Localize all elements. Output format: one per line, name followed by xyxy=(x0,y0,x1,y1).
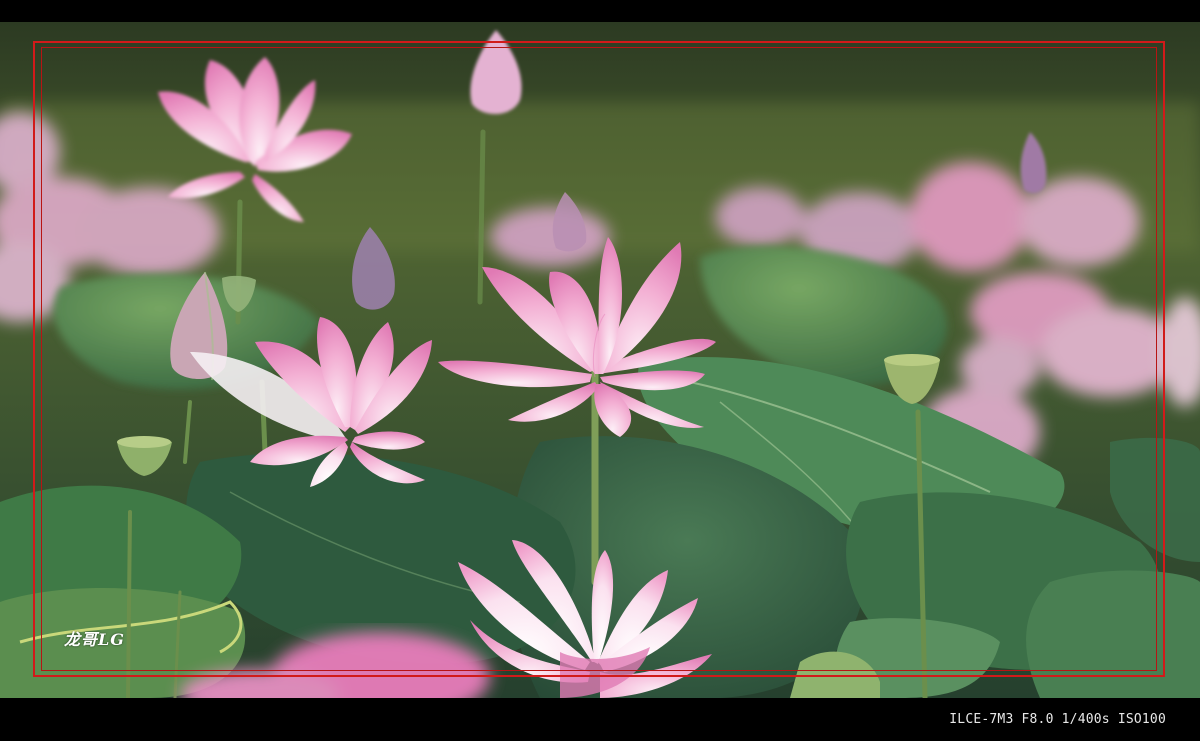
lotus-photo xyxy=(0,22,1200,698)
photographer-signature: 龙哥LG xyxy=(64,630,125,649)
exif-caption: ILCE-7M3 F8.0 1/400s ISO100 xyxy=(949,712,1166,727)
lotus-scene xyxy=(0,22,1200,698)
